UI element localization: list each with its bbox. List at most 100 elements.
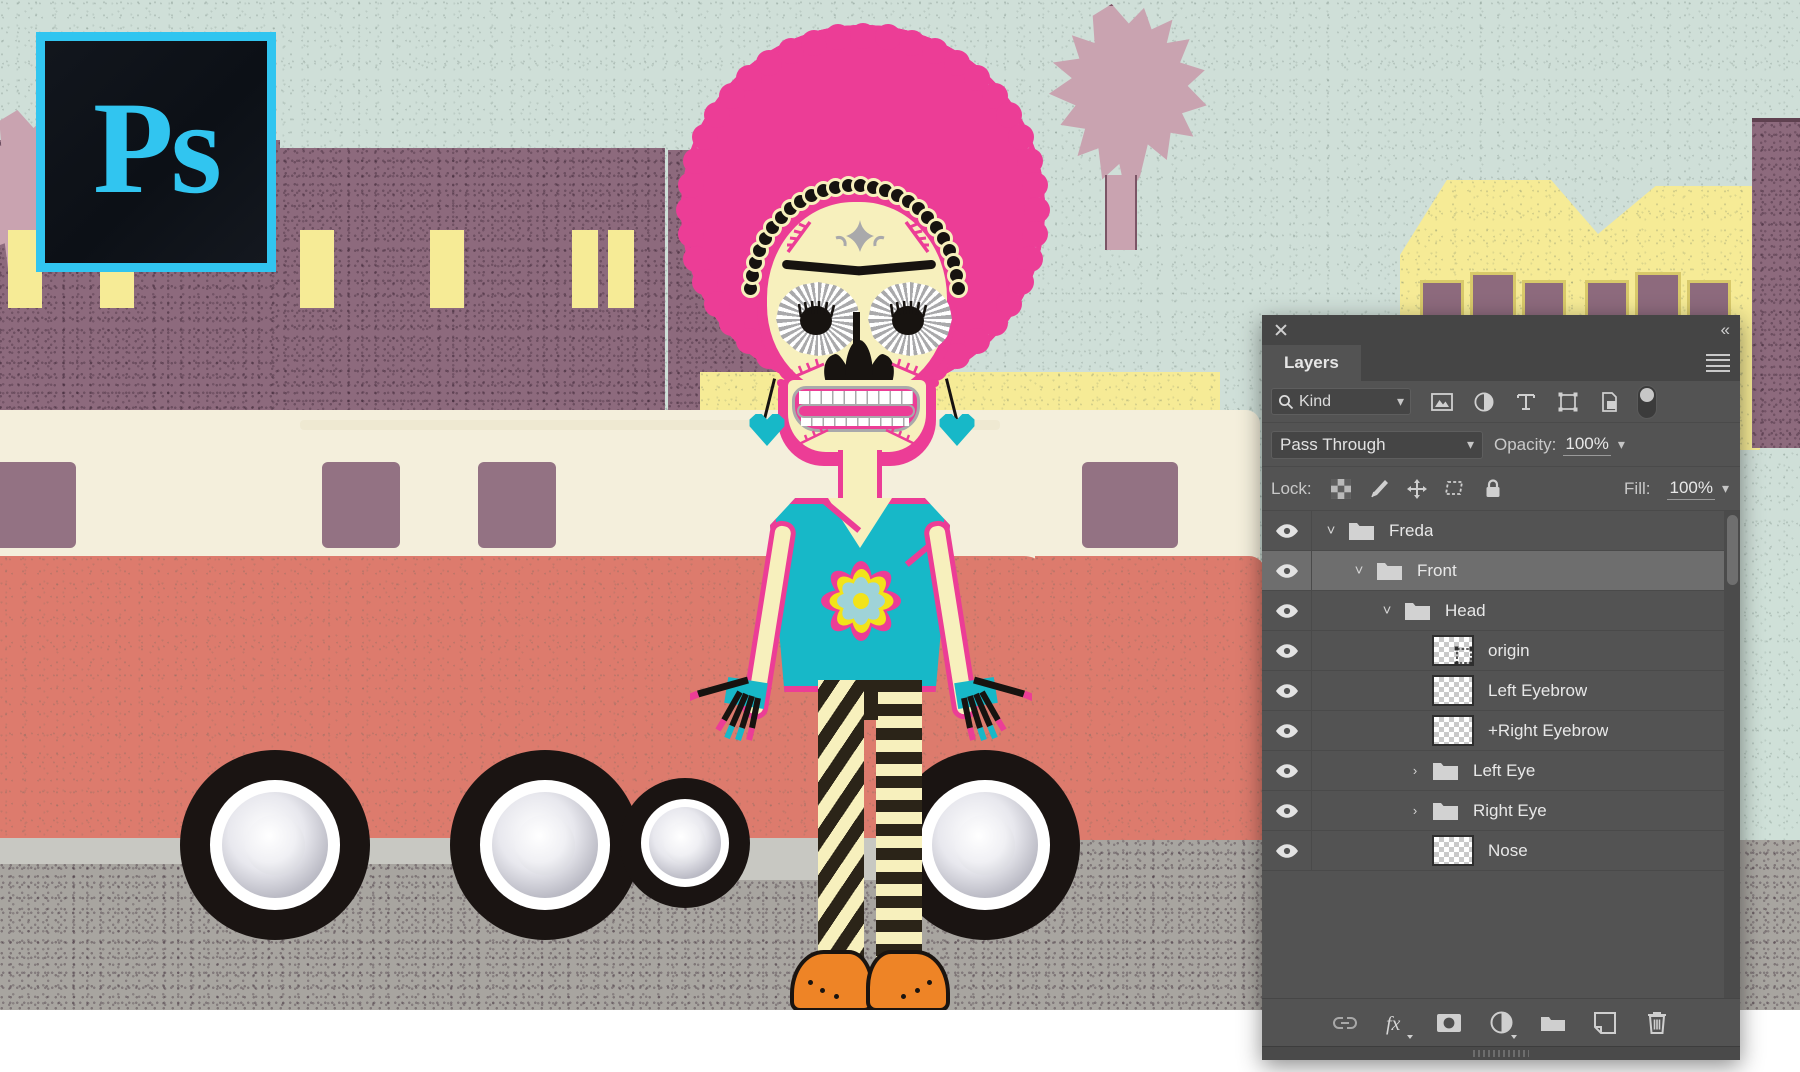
folder-icon: [1432, 800, 1459, 821]
layer-row-content: ˅ Freda: [1312, 520, 1740, 541]
new-adjustment-layer-icon[interactable]: [1484, 1006, 1518, 1040]
filter-smart-object-layers-icon[interactable]: [1589, 387, 1631, 417]
forehead-sprig-right-icon: [898, 218, 938, 258]
layer-expand-toggle[interactable]: ›: [1404, 803, 1426, 818]
layer-row[interactable]: Left Eyebrow: [1262, 671, 1740, 711]
filter-type-icons: [1421, 387, 1631, 417]
panel-bottom-toolbar: fx: [1262, 998, 1740, 1046]
right-eye: [868, 282, 952, 356]
expand-chevron-right-icon[interactable]: ›: [1413, 803, 1417, 818]
eye-glyph: [1275, 563, 1299, 579]
tab-layers-label: Layers: [1284, 353, 1339, 373]
layer-expand-toggle[interactable]: ˅: [1348, 562, 1370, 579]
layer-row[interactable]: ˅Front: [1262, 551, 1740, 591]
layer-list: ˅Freda˅Front˅HeadoriginLeft Eyebrow+Righ…: [1262, 511, 1740, 998]
left-eye: [776, 282, 860, 356]
expand-chevron-down-icon[interactable]: ˅: [1383, 602, 1392, 619]
window: [608, 230, 634, 308]
scrollbar-thumb[interactable]: [1727, 515, 1738, 585]
panel-resize-grip[interactable]: [1262, 1046, 1740, 1060]
layer-expand-toggle[interactable]: ›: [1404, 763, 1426, 778]
delete-layer-trash-icon[interactable]: [1640, 1006, 1674, 1040]
filter-adjustment-layers-icon[interactable]: [1463, 387, 1505, 417]
filter-enable-toggle[interactable]: [1637, 385, 1657, 419]
layer-visibility-eye-icon[interactable]: [1262, 751, 1312, 790]
filter-type-layers-icon[interactable]: [1505, 387, 1547, 417]
forehead-sprig-left-icon: [778, 218, 818, 258]
layer-visibility-eye-icon[interactable]: [1262, 791, 1312, 830]
layer-thumbnail[interactable]: [1432, 835, 1474, 866]
folder-icon: [1348, 520, 1375, 541]
eye-glyph: [1275, 803, 1299, 819]
chevron-down-icon: ▾: [1467, 436, 1474, 453]
layer-row[interactable]: +Right Eyebrow: [1262, 711, 1740, 751]
layer-visibility-eye-icon[interactable]: [1262, 551, 1312, 590]
layer-name: Head: [1445, 601, 1486, 621]
bus-window: [0, 462, 76, 548]
layer-visibility-eye-icon[interactable]: [1262, 631, 1312, 670]
lock-image-pixels-brush-icon[interactable]: [1360, 474, 1398, 504]
filter-kind-select[interactable]: Kind ▾: [1271, 388, 1411, 415]
expand-chevron-right-icon[interactable]: ›: [1413, 763, 1417, 778]
layer-row[interactable]: origin: [1262, 631, 1740, 671]
fill-value[interactable]: 100%: [1667, 478, 1714, 500]
neck: [838, 450, 882, 506]
chevron-down-icon[interactable]: ▾: [1722, 480, 1729, 497]
layer-expand-toggle[interactable]: ˅: [1376, 602, 1398, 619]
expand-chevron-down-icon[interactable]: ˅: [1355, 562, 1364, 579]
layer-name: Left Eye: [1473, 761, 1535, 781]
layer-visibility-eye-icon[interactable]: [1262, 671, 1312, 710]
shirt-flower-icon: [818, 560, 904, 642]
layer-name: Freda: [1389, 521, 1433, 541]
panel-menu-icon[interactable]: [1706, 354, 1730, 372]
lock-all-padlock-icon[interactable]: [1474, 474, 1512, 504]
lock-transparent-pixels-icon[interactable]: [1322, 474, 1360, 504]
layer-row[interactable]: ˅ Freda: [1262, 511, 1740, 551]
layer-row[interactable]: › Left Eye: [1262, 751, 1740, 791]
building-far-right-purple: [1752, 118, 1800, 448]
new-layer-icon[interactable]: [1588, 1006, 1622, 1040]
layer-row-content: ˅ Head: [1312, 600, 1740, 621]
layer-style-fx-icon[interactable]: fx: [1380, 1006, 1414, 1040]
layer-name: Nose: [1488, 841, 1528, 861]
tree-trunk: [1105, 175, 1137, 250]
new-group-icon[interactable]: [1536, 1006, 1570, 1040]
layer-expand-toggle[interactable]: ˅: [1320, 522, 1342, 539]
window: [572, 230, 598, 308]
layer-visibility-eye-icon[interactable]: [1262, 711, 1312, 750]
tab-layers[interactable]: Layers: [1262, 345, 1361, 381]
eye-glyph: [1275, 763, 1299, 779]
eye-glyph: [1275, 603, 1299, 619]
lock-position-move-icon[interactable]: [1398, 474, 1436, 504]
forehead-ornament-icon: [818, 216, 902, 254]
layer-row[interactable]: ›Right Eye: [1262, 791, 1740, 831]
opacity-value[interactable]: 100%: [1563, 434, 1610, 456]
chevron-down-icon: ▾: [1397, 393, 1404, 410]
layer-visibility-eye-icon[interactable]: [1262, 591, 1312, 630]
bus-window: [1082, 462, 1178, 548]
layer-row[interactable]: ˅ Head: [1262, 591, 1740, 631]
filter-pixel-layers-icon[interactable]: [1421, 387, 1463, 417]
filter-shape-layers-icon[interactable]: [1547, 387, 1589, 417]
layer-visibility-eye-icon[interactable]: [1262, 831, 1312, 870]
layer-thumbnail[interactable]: [1432, 675, 1474, 706]
folder-icon: [1432, 760, 1459, 781]
expand-chevron-down-icon[interactable]: ˅: [1327, 522, 1336, 539]
double-chevron-left-icon[interactable]: «: [1721, 320, 1728, 340]
lock-artboard-nesting-icon[interactable]: [1436, 474, 1474, 504]
layer-thumbnail[interactable]: [1432, 715, 1474, 746]
layer-row-content: origin: [1312, 635, 1740, 666]
layer-thumbnail[interactable]: [1432, 635, 1474, 666]
opacity-control: Opacity: 100% ▾: [1494, 434, 1625, 456]
left-leg: [818, 680, 864, 970]
layer-visibility-eye-icon[interactable]: [1262, 511, 1312, 550]
bus-window: [322, 462, 400, 548]
bus-window: [478, 462, 556, 548]
link-layers-icon[interactable]: [1328, 1006, 1362, 1040]
layer-list-scrollbar[interactable]: [1724, 511, 1740, 998]
layer-row[interactable]: Nose: [1262, 831, 1740, 871]
add-layer-mask-icon[interactable]: [1432, 1006, 1466, 1040]
blend-mode-select[interactable]: Pass Through ▾: [1271, 431, 1483, 459]
close-icon[interactable]: [1272, 321, 1290, 339]
chevron-down-icon[interactable]: ▾: [1618, 436, 1625, 453]
